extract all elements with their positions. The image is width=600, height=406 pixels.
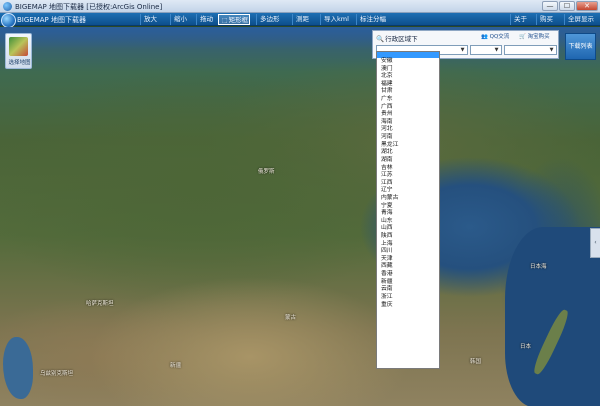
province-option[interactable]: 青海 (377, 210, 439, 218)
province-option[interactable]: 湖南 (377, 157, 439, 165)
measure-label: 测距 (296, 15, 309, 23)
side-panel-toggle[interactable]: ‹ (590, 228, 600, 258)
select-map-label: 选择地图 (8, 60, 31, 66)
province-option[interactable]: 贵州 (377, 111, 439, 119)
minimize-button[interactable]: — (542, 1, 558, 11)
province-items: 安徽 澳门 北京 福建 甘肃 广东 广西 贵州 海南 河北 河南 黑龙江 湖北 湖南 吉林 江苏 江西 辽宁 内蒙古… (377, 58, 439, 309)
window-titlebar: BIGEMAP 地图下载器 [已授权:ArcGis Online] — ☐ ✕ (0, 0, 600, 13)
province-option[interactable]: 陕西 (377, 233, 439, 241)
measure-tool[interactable]: 测距 (292, 14, 318, 25)
chevron-down-icon: ▼ (460, 47, 465, 53)
zoom-in-label: 放大 (144, 15, 157, 23)
import-kml-label: 导入kml (324, 15, 349, 23)
zoom-out-label: 缩小 (174, 15, 187, 23)
map-label-uzbekistan: 乌兹别克斯坦 (40, 371, 74, 377)
zoom-out-tool[interactable]: 缩小 (170, 14, 194, 25)
download-list-button[interactable]: 下载列表 (565, 33, 596, 60)
search-icon: 🔍 (376, 35, 385, 43)
province-option[interactable]: 江苏 (377, 172, 439, 180)
province-dropdown-list[interactable]: 安徽 澳门 北京 福建 甘肃 广东 广西 贵州 海南 河北 河南 黑龙江 湖北 湖南 吉林 江苏 江西 辽宁 内蒙古… (376, 51, 440, 369)
pan-tool[interactable]: 拖动 (196, 14, 218, 25)
province-option[interactable]: 河南 (377, 134, 439, 142)
import-kml-tool[interactable]: 导入kml (320, 14, 354, 25)
chevron-down-icon: ▼ (494, 47, 499, 53)
fullscreen-tool[interactable]: 全屏显示 (564, 14, 598, 25)
province-option[interactable]: 云南 (377, 286, 439, 294)
maximize-button[interactable]: ☐ (559, 1, 575, 11)
about-label: 关于 (514, 15, 527, 23)
grid-tool[interactable]: 标注分幅 (356, 14, 394, 25)
select-map-button[interactable]: 选择地图 (5, 33, 32, 69)
window-controls: — ☐ ✕ (542, 1, 598, 11)
province-option[interactable]: 北京 (377, 73, 439, 81)
toolbar-app-label: BIGEMAP 地图下载器 (17, 16, 86, 24)
taobao-buy-link[interactable]: 🛒 淘宝购买 (519, 33, 550, 42)
map-label-mongolia: 蒙古 (285, 315, 297, 321)
chevron-down-icon: ▼ (549, 47, 554, 53)
rectangle-select-tool[interactable]: ⬚矩形框 (218, 14, 250, 25)
map-label-japan: 日本 (520, 344, 532, 350)
rectangle-select-icon: ⬚ (222, 17, 228, 24)
qq-chat-link[interactable]: 👥 QQ交流 (481, 33, 509, 42)
region-heading-text: 行政区域下 (385, 35, 418, 43)
window-title: BIGEMAP 地图下载器 [已授权:ArcGis Online] (15, 3, 163, 11)
province-option[interactable]: 河北 (377, 126, 439, 134)
map-thumbnail-icon (9, 37, 28, 56)
province-option[interactable]: 安徽 (377, 58, 439, 66)
pan-label: 拖动 (200, 15, 213, 23)
province-option[interactable]: 山西 (377, 225, 439, 233)
buy-label: 购买 (540, 15, 553, 23)
taobao-buy-label: 淘宝购买 (527, 34, 550, 40)
province-option[interactable]: 香港 (377, 271, 439, 279)
polygon-tool[interactable]: 多边形 (256, 14, 288, 25)
qq-chat-label: QQ交流 (489, 34, 510, 40)
province-option[interactable]: 重庆 (377, 302, 439, 310)
province-option[interactable]: 浙江 (377, 294, 439, 302)
province-option[interactable]: 四川 (377, 248, 439, 256)
buy-tool[interactable]: 购买 (536, 14, 560, 25)
rectangle-select-label: 矩形框 (228, 16, 249, 24)
grid-label: 标注分幅 (360, 15, 386, 23)
map-label-japan-sea: 日本海 (530, 264, 547, 270)
map-label-korea: 韩国 (470, 359, 482, 365)
logo-globe-icon (1, 13, 16, 28)
pacific-ocean (505, 227, 600, 406)
main-toolbar: BIGEMAP 地图下载器 放大 缩小 拖动 ⬚矩形框 多边形 测距 导入kml… (0, 13, 600, 28)
satellite-map[interactable]: 俄罗斯 哈萨克斯坦 蒙古 日本海 韩国 日本 乌兹别克斯坦 新疆 (0, 27, 600, 406)
province-option[interactable]: 内蒙古 (377, 195, 439, 203)
city-select[interactable]: ▼ (470, 45, 502, 55)
district-select[interactable]: ▼ (504, 45, 557, 55)
map-label-kazakhstan: 哈萨克斯坦 (86, 301, 114, 307)
polygon-label: 多边形 (260, 15, 280, 23)
app-globe-icon (3, 2, 12, 11)
about-tool[interactable]: 关于 (510, 14, 532, 25)
fullscreen-label: 全屏显示 (568, 15, 594, 23)
province-option[interactable]: 甘肃 (377, 88, 439, 96)
province-option[interactable]: 西藏 (377, 263, 439, 271)
province-option[interactable]: 吉林 (377, 165, 439, 173)
close-button[interactable]: ✕ (576, 1, 598, 11)
province-option[interactable]: 湖北 (377, 149, 439, 157)
region-heading: 🔍行政区域下 (376, 33, 418, 43)
zoom-in-tool[interactable]: 放大 (140, 14, 168, 25)
map-label-russia: 俄罗斯 (258, 169, 275, 175)
province-option[interactable]: 辽宁 (377, 187, 439, 195)
province-option[interactable]: 广东 (377, 96, 439, 104)
caspian-sea (3, 337, 33, 399)
map-label-xinjiang: 新疆 (170, 363, 182, 369)
